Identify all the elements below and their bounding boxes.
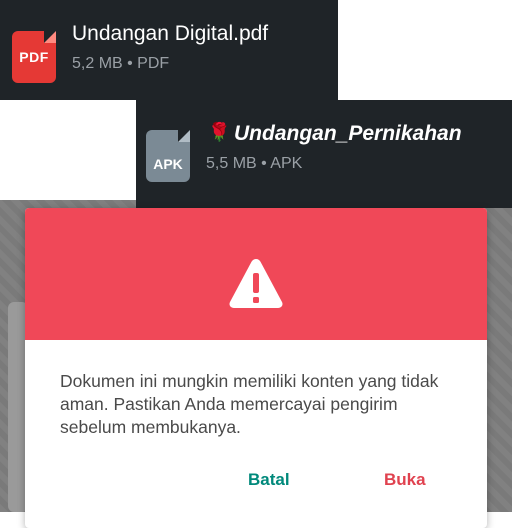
rose-icon: 🌹 (208, 122, 231, 142)
dialog-message: Dokumen ini mungkin memiliki konten yang… (60, 371, 439, 437)
cancel-button[interactable]: Batal (242, 466, 296, 494)
warning-icon (229, 259, 283, 308)
pdf-icon-label: PDF (19, 49, 49, 65)
file-message-pdf[interactable]: PDF Undangan Digital.pdf 5,2 MB • PDF (0, 0, 338, 100)
pdf-icon: PDF (12, 31, 56, 83)
file-name: Undangan Digital.pdf (72, 22, 269, 45)
apk-icon-label: APK (153, 156, 183, 172)
file-meta: 5,5 MB • APK (206, 155, 303, 172)
security-warning-dialog: Dokumen ini mungkin memiliki konten yang… (25, 208, 487, 528)
file-message-apk[interactable]: APK 🌹 Undangan_Pernikahan 5,5 MB • APK (136, 100, 512, 208)
apk-icon: APK (146, 130, 190, 182)
file-name: Undangan_Pernikahan (234, 122, 462, 145)
open-button[interactable]: Buka (378, 466, 432, 494)
dialog-header (25, 208, 487, 340)
file-meta: 5,2 MB • PDF (72, 55, 170, 72)
